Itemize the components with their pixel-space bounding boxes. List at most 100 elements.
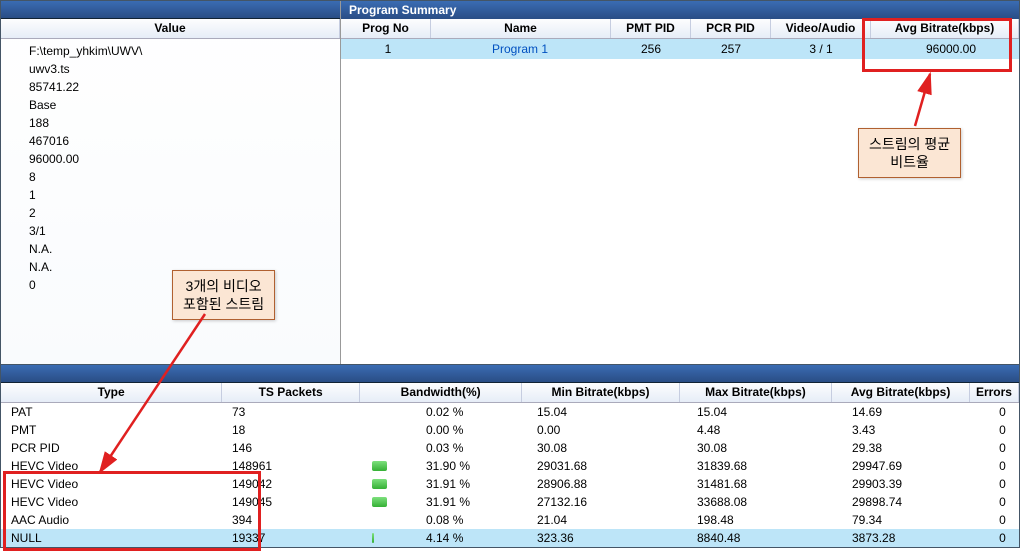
bcol-min[interactable]: Min Bitrate(kbps)	[522, 383, 679, 402]
cell-avg: 3.43	[846, 422, 986, 438]
cell-errors: 0	[986, 440, 1019, 456]
cell-name: Program 1	[431, 40, 611, 58]
col-pcr[interactable]: PCR PID	[691, 19, 771, 38]
cell-packets: 73	[226, 404, 366, 420]
cell-errors: 0	[986, 530, 1019, 546]
cell-packets: 19337	[226, 530, 366, 546]
value-item[interactable]: Base	[29, 96, 340, 114]
cell-errors: 0	[986, 458, 1019, 474]
cell-packets: 18	[226, 422, 366, 438]
value-panel: Value F:\temp_yhkim\UWV\uwv3.ts85741.22B…	[1, 1, 341, 364]
cell-avg: 3873.28	[846, 530, 986, 546]
value-item[interactable]: 467016	[29, 132, 340, 150]
value-item[interactable]: F:\temp_yhkim\UWV\	[29, 42, 340, 60]
cell-avg: 96000.00	[871, 40, 1019, 58]
cell-type: HEVC Video	[1, 494, 226, 510]
cell-max: 198.48	[691, 512, 846, 528]
cell-bandwidth: 31.91 %	[366, 476, 531, 492]
cell-min: 30.08	[531, 440, 691, 456]
cell-bandwidth: 0.08 %	[366, 512, 531, 528]
cell-max: 31481.68	[691, 476, 846, 492]
callout-avg-bitrate: 스트림의 평균 비트율	[858, 128, 961, 178]
top-panel: Value F:\temp_yhkim\UWV\uwv3.ts85741.22B…	[0, 0, 1020, 365]
bcol-avgb[interactable]: Avg Bitrate(kbps)	[832, 383, 970, 402]
program-summary-headers: Prog No Name PMT PID PCR PID Video/Audio…	[341, 19, 1019, 39]
bcol-bw[interactable]: Bandwidth(%)	[360, 383, 522, 402]
bottom-column-headers: Type TS Packets Bandwidth(%) Min Bitrate…	[1, 383, 1019, 403]
value-column-header[interactable]: Value	[1, 19, 340, 38]
cell-min: 0.00	[531, 422, 691, 438]
cell-max: 15.04	[691, 404, 846, 420]
value-item[interactable]: 188	[29, 114, 340, 132]
cell-va: 3 / 1	[771, 40, 871, 58]
value-column-headers: Value	[1, 19, 340, 39]
stream-row[interactable]: PCR PID1460.03 %30.0830.0829.380	[1, 439, 1019, 457]
program-row[interactable]: 1 Program 1 256 257 3 / 1 96000.00	[341, 39, 1019, 59]
stream-row[interactable]: HEVC Video14904531.91 %27132.1633688.082…	[1, 493, 1019, 511]
bottom-rows: PAT730.02 %15.0415.0414.690PMT180.00 %0.…	[1, 403, 1019, 547]
cell-errors: 0	[986, 494, 1019, 510]
value-item[interactable]: 1	[29, 186, 340, 204]
cell-avg: 29947.69	[846, 458, 986, 474]
value-item[interactable]: N.A.	[29, 240, 340, 258]
stream-row[interactable]: HEVC Video14904231.91 %28906.8831481.682…	[1, 475, 1019, 493]
cell-avg: 29.38	[846, 440, 986, 456]
value-item[interactable]: 2	[29, 204, 340, 222]
cell-min: 27132.16	[531, 494, 691, 510]
col-progno[interactable]: Prog No	[341, 19, 431, 38]
stream-row[interactable]: PAT730.02 %15.0415.0414.690	[1, 403, 1019, 421]
cell-bandwidth: 4.14 %	[366, 530, 531, 546]
cell-type: PCR PID	[1, 440, 226, 456]
col-name[interactable]: Name	[431, 19, 611, 38]
value-item[interactable]: uwv3.ts	[29, 60, 340, 78]
cell-pmt: 256	[611, 40, 691, 58]
cell-type: HEVC Video	[1, 476, 226, 492]
col-avg[interactable]: Avg Bitrate(kbps)	[871, 19, 1019, 38]
stream-row[interactable]: AAC Audio3940.08 %21.04198.4879.340	[1, 511, 1019, 529]
cell-min: 28906.88	[531, 476, 691, 492]
cell-min: 323.36	[531, 530, 691, 546]
cell-min: 21.04	[531, 512, 691, 528]
cell-packets: 146	[226, 440, 366, 456]
cell-min: 29031.68	[531, 458, 691, 474]
cell-type: PMT	[1, 422, 226, 438]
stream-row[interactable]: HEVC Video14896131.90 %29031.6831839.682…	[1, 457, 1019, 475]
cell-bandwidth: 0.03 %	[366, 440, 531, 456]
cell-pcr: 257	[691, 40, 771, 58]
bottom-panel: Type TS Packets Bandwidth(%) Min Bitrate…	[0, 365, 1020, 548]
bcol-pkts[interactable]: TS Packets	[222, 383, 360, 402]
col-va[interactable]: Video/Audio	[771, 19, 871, 38]
stream-row[interactable]: PMT180.00 %0.004.483.430	[1, 421, 1019, 439]
cell-packets: 149042	[226, 476, 366, 492]
value-header-bar	[1, 1, 340, 19]
col-pmt[interactable]: PMT PID	[611, 19, 691, 38]
cell-progno: 1	[341, 40, 431, 58]
value-item[interactable]: 8	[29, 168, 340, 186]
bcol-type[interactable]: Type	[1, 383, 222, 402]
cell-bandwidth: 31.91 %	[366, 494, 531, 510]
cell-avg: 79.34	[846, 512, 986, 528]
cell-avg: 14.69	[846, 404, 986, 420]
cell-packets: 394	[226, 512, 366, 528]
bottom-header-bar	[1, 365, 1019, 383]
cell-avg: 29903.39	[846, 476, 986, 492]
value-item[interactable]: 85741.22	[29, 78, 340, 96]
value-list: F:\temp_yhkim\UWV\uwv3.ts85741.22Base188…	[1, 39, 340, 294]
bcol-err[interactable]: Errors	[970, 383, 1019, 402]
cell-max: 4.48	[691, 422, 846, 438]
cell-type: HEVC Video	[1, 458, 226, 474]
bcol-max[interactable]: Max Bitrate(kbps)	[680, 383, 832, 402]
cell-max: 30.08	[691, 440, 846, 456]
cell-max: 31839.68	[691, 458, 846, 474]
stream-row[interactable]: NULL193374.14 %323.368840.483873.280	[1, 529, 1019, 547]
value-item[interactable]: 3/1	[29, 222, 340, 240]
cell-type: AAC Audio	[1, 512, 226, 528]
cell-errors: 0	[986, 422, 1019, 438]
cell-type: NULL	[1, 530, 226, 546]
program-summary-title: Program Summary	[341, 1, 1019, 19]
cell-type: PAT	[1, 404, 226, 420]
cell-packets: 148961	[226, 458, 366, 474]
cell-bandwidth: 0.02 %	[366, 404, 531, 420]
cell-max: 8840.48	[691, 530, 846, 546]
value-item[interactable]: 96000.00	[29, 150, 340, 168]
